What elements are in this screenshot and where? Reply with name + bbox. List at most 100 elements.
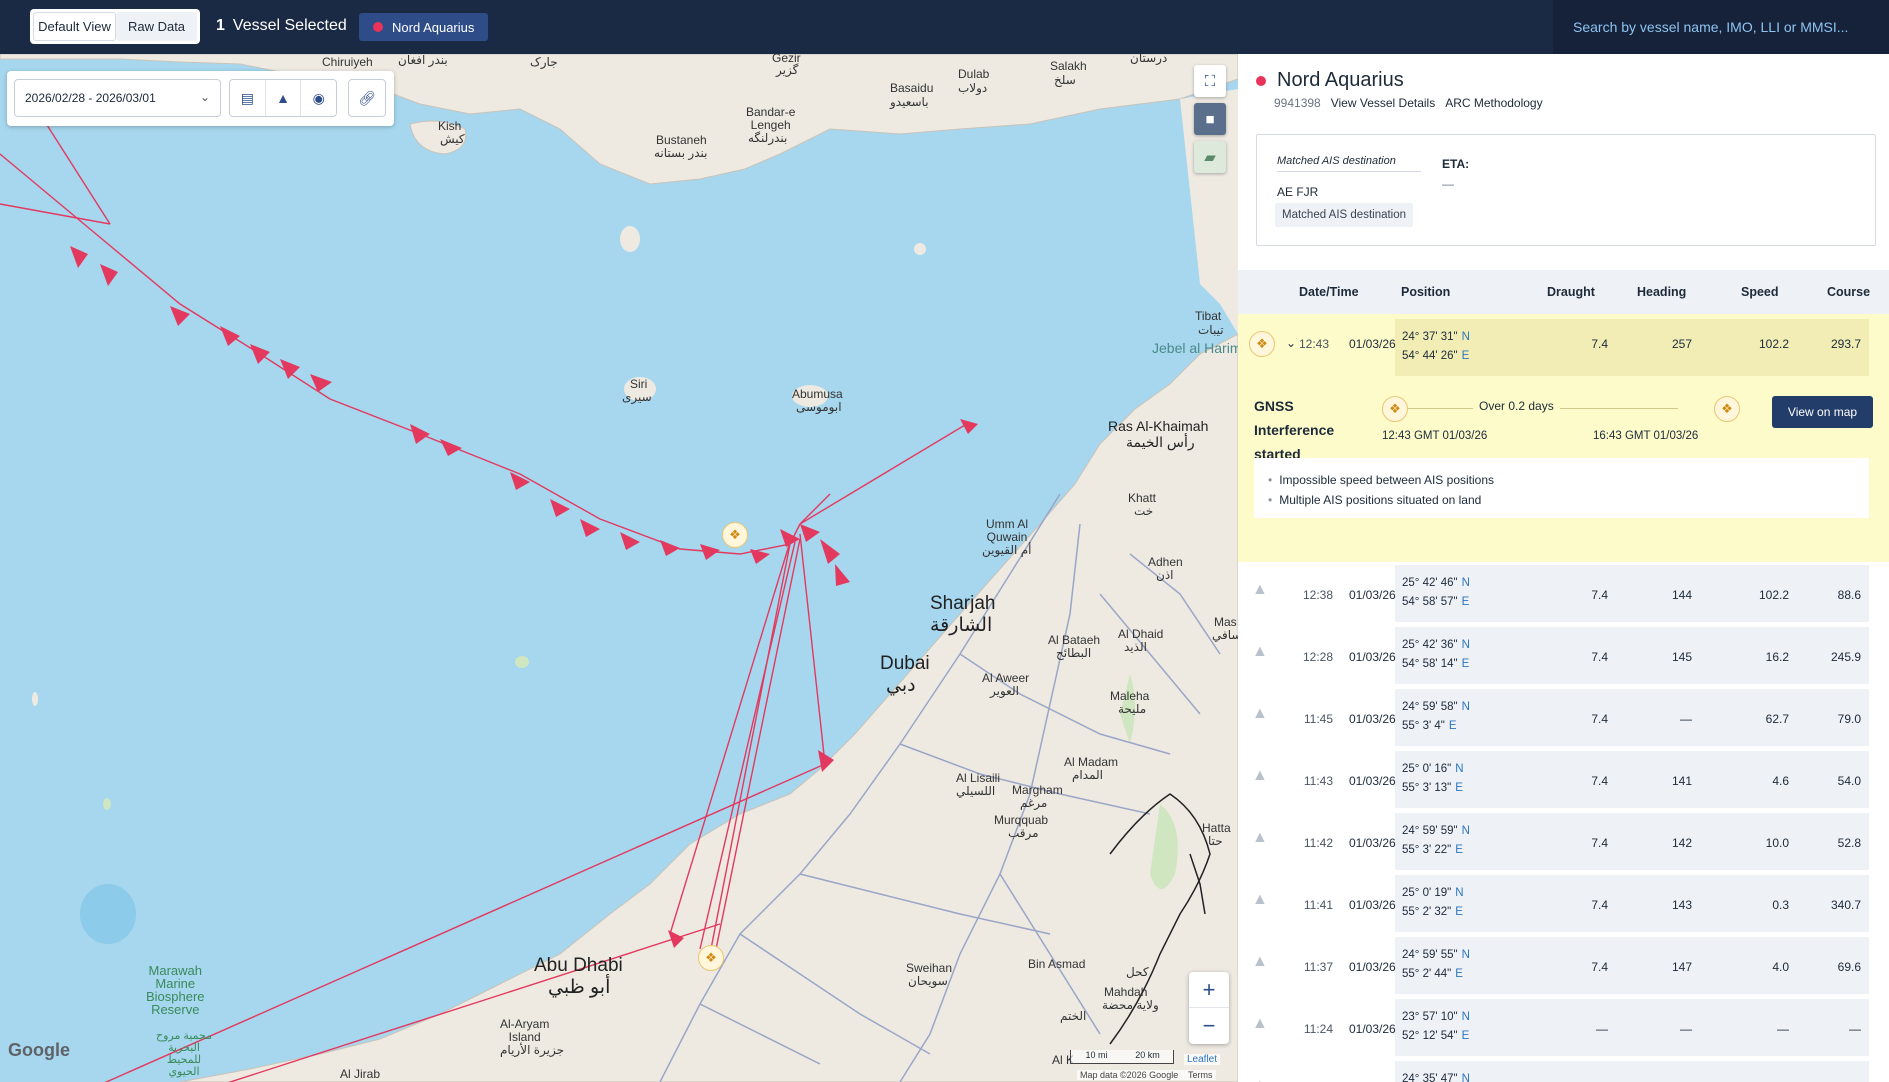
row-lon: 55° 2' 32" E <box>1402 906 1463 918</box>
vessel-chip-label: Nord Aquarius <box>392 19 475 35</box>
fullscreen-icon[interactable]: ⛶ <box>1194 65 1226 97</box>
date-range-value: 2026/02/28 - 2026/03/01 <box>25 91 156 105</box>
row-date: 01/03/26 <box>1349 588 1396 602</box>
vessel-detail-panel: Nord Aquarius 9941398 View Vessel Detail… <box>1238 54 1889 1082</box>
table-row[interactable]: ▲ 11:24 01/03/26 23° 57' 10" N 52° 12' 54" E — —… <box>1238 999 1889 1061</box>
row-draught: 7.4 <box>1591 898 1608 912</box>
row-date: 01/03/26 <box>1349 836 1396 850</box>
row-heading: — <box>1680 712 1692 726</box>
position-cell <box>1395 565 1869 622</box>
map-label: اذن <box>1156 568 1174 582</box>
table-row[interactable]: ▲ 12:28 01/03/26 25° 42' 36" N 54° 58' 14" E 7.… <box>1238 627 1889 689</box>
map-label: جارک <box>530 55 558 69</box>
satellite-layer-icon[interactable]: ■ <box>1194 103 1226 135</box>
scale-mi: 10 mi <box>1085 1050 1108 1060</box>
table-row: ❖ ⌄ 12:43 01/03/26 24° 37' 31" N 54° 44' … <box>1238 314 1889 376</box>
view-on-map-button[interactable]: View on map <box>1772 396 1873 428</box>
map-label: أم القيوين <box>982 543 1032 557</box>
view-vessel-details-link[interactable]: View Vessel Details <box>1331 96 1436 110</box>
position-cell <box>1395 999 1869 1056</box>
row-lon: 55° 2' 44" E <box>1402 968 1463 980</box>
vessel-count-number: 1 <box>216 17 225 34</box>
map-label: حتا <box>1208 834 1223 848</box>
date-range-select[interactable]: 2026/02/28 - 2026/03/01 ⌄ <box>14 79 221 117</box>
map-label: كحل <box>1126 965 1149 979</box>
table-row[interactable]: ▲ 12:38 01/03/26 25° 42' 46" N 54° 58' 57" E 7.… <box>1238 565 1889 627</box>
map-label: Al Jirab <box>340 1067 381 1081</box>
map-label: سويحان <box>908 974 948 988</box>
row-date: 01/03/26 <box>1349 650 1396 664</box>
col-draught: Draught <box>1547 285 1595 299</box>
table-row[interactable]: ▲ 11:37 01/03/26 24° 59' 55" N 55° 2' 44" E 7.4… <box>1238 937 1889 999</box>
row-heading: 141 <box>1671 774 1692 788</box>
map-label: Al-Aryam Island <box>500 1017 550 1044</box>
table-row[interactable]: ▲ 11:43 01/03/26 25° 0' 16" N 55° 3' 13" E 7.4 1… <box>1238 751 1889 813</box>
link-icon[interactable]: 🔗︎ <box>348 79 386 117</box>
table-row[interactable]: ▲ 11:41 01/03/26 25° 0' 19" N 55° 2' 32" E 7.4 1… <box>1238 875 1889 937</box>
map-view[interactable]: ❖ ❖ Chiruiyeh بندر افغان Gezir گزیر جارک… <box>0 54 1238 1082</box>
signal-tower-icon[interactable]: ❖ <box>722 522 748 548</box>
table-row[interactable]: ▲ 24° 35' 47"N <box>1238 1061 1889 1082</box>
map-control-panel: 2026/02/28 - 2026/03/01 ⌄ ▤ ▲ ◉ 🔗︎ <box>7 71 394 126</box>
map-label: بندر بستانه <box>654 146 708 160</box>
table-row[interactable]: ▲ 11:45 01/03/26 24° 59' 58" N 55° 3' 4" E 7.4 —… <box>1238 689 1889 751</box>
row-course: 79.0 <box>1837 712 1861 726</box>
selected-vessel-chip[interactable]: Nord Aquarius <box>359 13 488 41</box>
map-label: مرغم <box>1020 796 1048 810</box>
row-draught: 7.4 <box>1591 650 1608 664</box>
table-row-selected[interactable]: ❖ ⌄ 12:43 01/03/26 24° 37' 31" N 54° 44' … <box>1238 314 1889 562</box>
row-lat: 25° 42' 36" N <box>1402 639 1470 651</box>
map-label: مسافي <box>1212 628 1238 642</box>
map-label: Salakh <box>1050 59 1087 73</box>
leaflet-link[interactable]: Leaflet <box>1184 1054 1221 1065</box>
map-label: Chiruiyeh <box>322 55 373 69</box>
map-attribution: Map data ©2026 Google Terms <box>1077 1070 1216 1080</box>
gnss-start-time: 12:43 GMT 01/03/26 <box>1382 430 1488 442</box>
terms-link[interactable]: Terms <box>1188 1070 1213 1080</box>
vessel-search-input[interactable] <box>1553 0 1889 54</box>
map-scale: 10 mi 20 km <box>1070 1050 1174 1064</box>
calendar-icon[interactable]: ▤ <box>230 80 266 116</box>
zoom-out-button[interactable]: − <box>1189 1008 1229 1044</box>
row-course: 293.7 <box>1830 337 1861 351</box>
vessel-selected-label: Vessel Selected <box>232 17 347 34</box>
map-label: الختم <box>1060 1009 1087 1023</box>
gnss-reason: Multiple AIS positions situated on land <box>1268 490 1869 510</box>
map-label: تيبات <box>1198 323 1224 337</box>
play-icon[interactable]: ◉ <box>301 80 336 116</box>
signal-tower-icon[interactable]: ❖ <box>698 945 724 971</box>
row-heading: 143 <box>1671 898 1692 912</box>
ais-destination-value: AE FJR <box>1277 185 1319 199</box>
row-draught: 7.4 <box>1591 337 1608 351</box>
map-label: خت <box>1134 504 1154 518</box>
default-view-button[interactable]: Default View <box>33 12 116 41</box>
row-date: 01/03/26 <box>1349 1022 1396 1036</box>
gnss-reason: Impossible speed between AIS positions <box>1268 470 1869 490</box>
row-date: 01/03/26 <box>1349 774 1396 788</box>
map-label: گزیر <box>776 63 799 77</box>
navigation-arrow-icon[interactable]: ▲ <box>266 80 302 116</box>
map-layer-icon[interactable]: ▰ <box>1194 141 1226 173</box>
row-lat: 24° 59' 59" N <box>1402 825 1470 837</box>
col-position: Position <box>1401 285 1451 299</box>
vessel-name: Nord Aquarius <box>1277 69 1404 91</box>
row-lat: 24° 37' 31" N <box>1402 331 1470 343</box>
arc-methodology-link[interactable]: ARC Methodology <box>1445 96 1542 110</box>
position-cell <box>1395 689 1869 746</box>
scale-km: 20 km <box>1135 1050 1160 1060</box>
row-heading: 145 <box>1671 650 1692 664</box>
vessel-arrow-icon: ▲ <box>1252 891 1268 908</box>
gnss-title: GNSS Interference started <box>1254 398 1335 462</box>
row-time: 12:43 <box>1298 337 1329 351</box>
map-label: ابوموسی <box>796 400 842 414</box>
positions-table-header: Date/Time Position Draught Heading Speed… <box>1238 270 1889 314</box>
map-label: Abu Dhabi <box>534 955 623 976</box>
table-row[interactable]: ▲ 11:42 01/03/26 24° 59' 59" N 55° 3' 22" E 7.4… <box>1238 813 1889 875</box>
attribution-text: Map data ©2026 Google <box>1080 1070 1179 1080</box>
raw-data-button[interactable]: Raw Data <box>116 12 197 41</box>
zoom-in-button[interactable]: + <box>1189 972 1229 1008</box>
vessel-arrow-icon: ▲ <box>1252 953 1268 970</box>
top-bar: Default View Raw Data 1 Vessel Selected N… <box>0 0 1889 54</box>
map-label: العوير <box>990 684 1019 698</box>
map-label: بندرلنگه <box>748 131 788 145</box>
